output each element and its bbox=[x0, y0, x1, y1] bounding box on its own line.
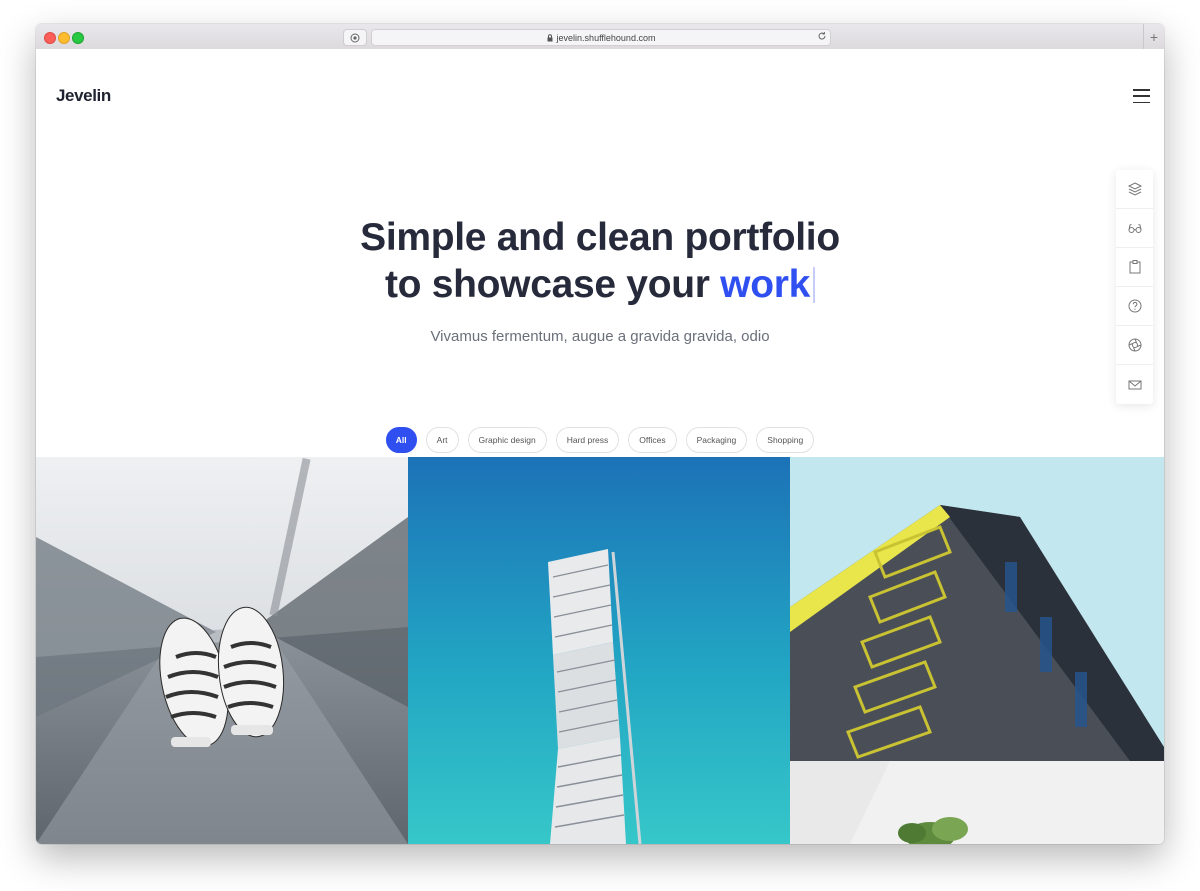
url-text: jevelin.shufflehound.com bbox=[556, 32, 656, 43]
hero-title: Simple and clean portfolio to showcase y… bbox=[36, 214, 1164, 308]
site-logo[interactable]: Jevelin bbox=[56, 86, 111, 106]
address-bar[interactable]: jevelin.shufflehound.com bbox=[371, 29, 831, 46]
filter-packaging[interactable]: Packaging bbox=[685, 427, 748, 453]
typing-caret bbox=[813, 267, 815, 303]
dock-layers-button[interactable] bbox=[1116, 170, 1153, 209]
hero-subtitle: Vivamus fermentum, augue a gravida gravi… bbox=[430, 328, 770, 345]
layers-icon bbox=[1127, 182, 1142, 196]
dock-mail-button[interactable] bbox=[1116, 365, 1153, 404]
filter-offices[interactable]: Offices bbox=[628, 427, 677, 453]
hero-title-line2: to showcase your work bbox=[36, 261, 1164, 308]
hero-title-line1: Simple and clean portfolio bbox=[360, 216, 840, 259]
lock-icon bbox=[547, 33, 553, 42]
plant-photo bbox=[790, 761, 1164, 844]
portfolio-item-plant[interactable] bbox=[790, 761, 1164, 844]
filter-graphic-design[interactable]: Graphic design bbox=[467, 427, 547, 453]
filter-hard-press[interactable]: Hard press bbox=[555, 427, 620, 453]
portfolio-gallery bbox=[36, 457, 1164, 844]
filter-art[interactable]: Art bbox=[425, 427, 459, 453]
yellow-balconies-photo bbox=[790, 457, 1164, 761]
new-tab-button[interactable]: + bbox=[1143, 24, 1164, 49]
minimize-window-button[interactable] bbox=[58, 32, 70, 44]
portfolio-item-sneakers[interactable] bbox=[36, 457, 408, 844]
twisting-tower-photo bbox=[408, 457, 790, 844]
filter-shopping[interactable]: Shopping bbox=[756, 427, 815, 453]
hero-title-line2-prefix: to showcase your bbox=[385, 263, 721, 306]
shield-icon bbox=[350, 33, 360, 42]
portfolio-item-balconies[interactable] bbox=[790, 457, 1164, 761]
sneakers-photo bbox=[36, 457, 408, 844]
portfolio-item-tower[interactable] bbox=[408, 457, 790, 844]
hero-title-highlight: work bbox=[720, 263, 810, 306]
page-content: Jevelin Simple and clean portfolio to sh… bbox=[36, 49, 1164, 844]
maximize-window-button[interactable] bbox=[72, 32, 84, 44]
hamburger-menu-button[interactable] bbox=[1133, 89, 1150, 103]
portfolio-filters: All Art Graphic design Hard press Office… bbox=[36, 427, 1164, 453]
plus-icon: + bbox=[1149, 28, 1159, 45]
mail-icon bbox=[1128, 380, 1141, 389]
browser-window: jevelin.shufflehound.com + Jevelin Simpl… bbox=[36, 24, 1164, 844]
close-window-button[interactable] bbox=[44, 32, 56, 44]
filter-all[interactable]: All bbox=[385, 427, 417, 453]
browser-titlebar: jevelin.shufflehound.com + bbox=[36, 24, 1164, 50]
privacy-shield-button[interactable] bbox=[343, 29, 367, 46]
reload-icon[interactable] bbox=[817, 31, 827, 43]
